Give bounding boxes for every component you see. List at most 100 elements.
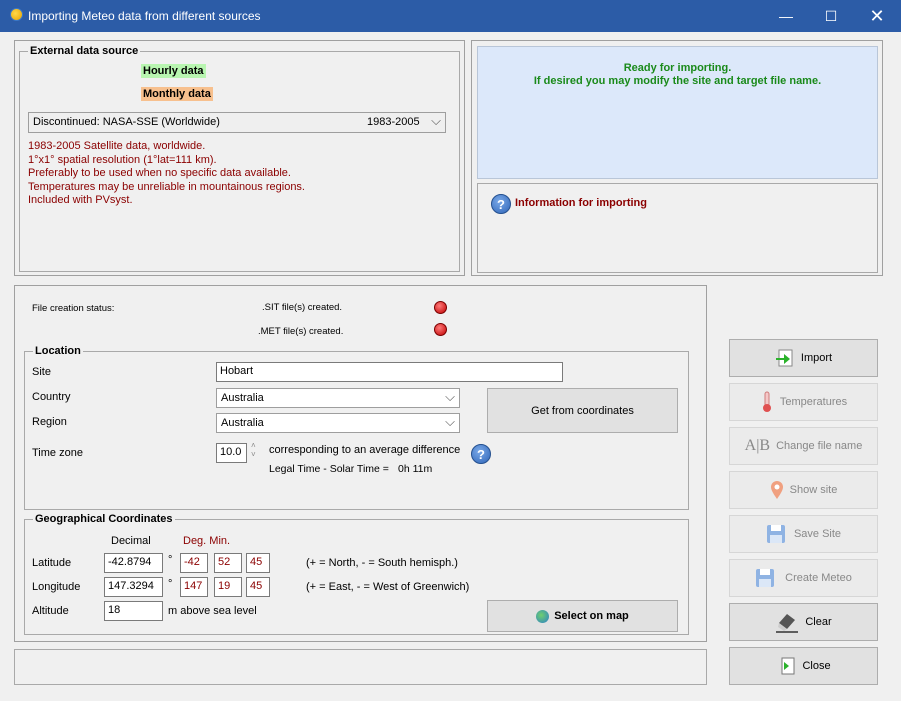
temperatures-label: Temperatures <box>779 396 848 408</box>
status-panel: Ready for importing. If desired you may … <box>471 40 883 276</box>
external-source-panel: External data source Hourly data Monthly… <box>14 40 465 276</box>
monthly-data-option[interactable]: Monthly data <box>141 87 213 101</box>
timezone-spinner[interactable]: ˄ ˅ <box>251 441 256 459</box>
site-label: Site <box>32 366 51 378</box>
region-select-value: Australia <box>221 417 264 429</box>
region-label: Region <box>32 416 67 428</box>
show-site-button[interactable]: Show site <box>729 471 878 509</box>
get-from-coordinates-button[interactable]: Get from coordinates <box>487 388 678 433</box>
timezone-input[interactable]: 10.0 <box>216 443 247 463</box>
text-edit-icon: A|B <box>744 437 771 454</box>
site-panel: File creation status: .SIT file(s) creat… <box>14 285 707 642</box>
select-on-map-button[interactable]: Select on map <box>487 600 678 632</box>
change-file-name-label: Change file name <box>776 440 863 452</box>
maximize-button[interactable]: ☐ <box>808 0 854 32</box>
minimize-button[interactable]: — <box>763 0 809 32</box>
geo-title: Geographical Coordinates <box>33 513 175 525</box>
longitude-min-input[interactable]: 19 <box>214 577 242 597</box>
temperatures-button[interactable]: Temperatures <box>729 383 878 421</box>
create-meteo-button[interactable]: Create Meteo <box>729 559 878 597</box>
import-button[interactable]: Import <box>729 339 878 377</box>
select-on-map-label: Select on map <box>554 610 629 622</box>
close-button[interactable]: Close <box>729 647 878 685</box>
import-label: Import <box>800 352 833 364</box>
thermometer-icon <box>762 391 771 412</box>
clear-label: Clear <box>805 616 832 628</box>
country-select-value: Australia <box>221 392 264 404</box>
degmin-header: Deg. Min. <box>183 535 231 547</box>
decimal-header: Decimal <box>111 535 151 547</box>
close-window-button[interactable]: ✕ <box>854 0 900 32</box>
change-file-name-button[interactable]: A|B Change file name <box>729 427 878 465</box>
map-pin-icon <box>770 481 783 499</box>
latitude-min-input[interactable]: 52 <box>214 553 242 573</box>
timezone-label: Time zone <box>32 447 83 459</box>
geo-group: Geographical Coordinates Decimal Deg. Mi… <box>24 513 689 635</box>
location-group: Location Site Hobart Country Australia ⌵… <box>24 345 689 510</box>
app-icon <box>10 8 23 21</box>
timezone-diff: 0h 11m <box>398 463 433 475</box>
chevron-down-icon: ⌵ <box>445 389 455 404</box>
timezone-desc-1: corresponding to an average difference <box>269 444 461 456</box>
window-title: Importing Meteo data from different sour… <box>28 9 261 23</box>
source-select-name: Discontinued: NASA-SSE (Worldwide) <box>33 116 220 128</box>
met-status-indicator <box>434 323 447 336</box>
timezone-desc-2: Legal Time - Solar Time = <box>269 463 389 475</box>
region-select[interactable]: Australia ⌵ <box>216 413 460 433</box>
chevron-down-icon: ⌵ <box>431 113 441 128</box>
save-site-label: Save Site <box>793 528 842 540</box>
eraser-icon <box>776 614 799 633</box>
source-description: 1983-2005 Satellite data, worldwide. 1°x… <box>28 140 305 208</box>
desc-line: Included with PVsyst. <box>28 194 133 206</box>
create-meteo-label: Create Meteo <box>785 572 852 584</box>
altitude-input[interactable]: 18 <box>104 601 163 621</box>
close-label: Close <box>802 660 831 672</box>
info-box: ? Information for importing <box>477 183 878 273</box>
help-icon[interactable]: ? <box>491 194 511 214</box>
latitude-note: (+ = North, - = South hemisph.) <box>306 557 458 569</box>
country-label: Country <box>32 391 71 403</box>
desc-line: Preferably to be used when no specific d… <box>28 167 291 179</box>
longitude-label: Longitude <box>32 581 81 593</box>
location-title: Location <box>33 345 83 357</box>
latitude-label: Latitude <box>32 557 72 569</box>
desc-line: 1°x1° spatial resolution (1°lat=111 km). <box>28 153 217 166</box>
external-source-title: External data source <box>28 45 141 57</box>
desc-line: 1983-2005 Satellite data, worldwide. <box>28 140 206 152</box>
title-bar: Importing Meteo data from different sour… <box>0 0 901 32</box>
site-input[interactable]: Hobart <box>216 362 563 382</box>
degree-symbol: ° <box>168 578 173 590</box>
latitude-deg-input[interactable]: -42 <box>180 553 208 573</box>
chevron-down-icon: ⌵ <box>445 414 455 429</box>
file-status-label: File creation status: <box>32 303 115 314</box>
info-title: Information for importing <box>515 197 647 209</box>
status-line-2: If desired you may modify the site and t… <box>533 75 822 87</box>
import-icon <box>775 349 793 367</box>
sit-status-label: .SIT file(s) created. <box>262 302 343 313</box>
clear-button[interactable]: Clear <box>729 603 878 641</box>
longitude-decimal-input[interactable]: 147.3294 <box>104 577 163 597</box>
status-line-1: Ready for importing. <box>623 62 732 74</box>
globe-icon <box>536 609 550 623</box>
degree-symbol: ° <box>168 554 173 566</box>
floppy-disk-icon <box>756 569 775 587</box>
country-select[interactable]: Australia ⌵ <box>216 388 460 408</box>
save-site-button[interactable]: Save Site <box>729 515 878 553</box>
sit-status-indicator <box>434 301 447 314</box>
message-bar <box>14 649 707 685</box>
longitude-deg-input[interactable]: 147 <box>180 577 208 597</box>
altitude-label: Altitude <box>32 605 69 617</box>
external-source-group: External data source Hourly data Monthly… <box>19 45 460 272</box>
longitude-note: (+ = East, - = West of Greenwich) <box>306 581 470 593</box>
latitude-sec-input[interactable]: 45 <box>246 553 270 573</box>
floppy-disk-icon <box>766 525 785 543</box>
status-message-box: Ready for importing. If desired you may … <box>477 46 878 179</box>
latitude-decimal-input[interactable]: -42.8794 <box>104 553 163 573</box>
show-site-label: Show site <box>789 484 838 496</box>
help-icon[interactable]: ? <box>471 444 491 464</box>
met-status-label: .MET file(s) created. <box>258 326 344 337</box>
source-select[interactable]: Discontinued: NASA-SSE (Worldwide) 1983-… <box>28 112 446 133</box>
hourly-data-option[interactable]: Hourly data <box>141 64 206 78</box>
longitude-sec-input[interactable]: 45 <box>246 577 270 597</box>
source-select-years: 1983-2005 <box>367 116 420 128</box>
